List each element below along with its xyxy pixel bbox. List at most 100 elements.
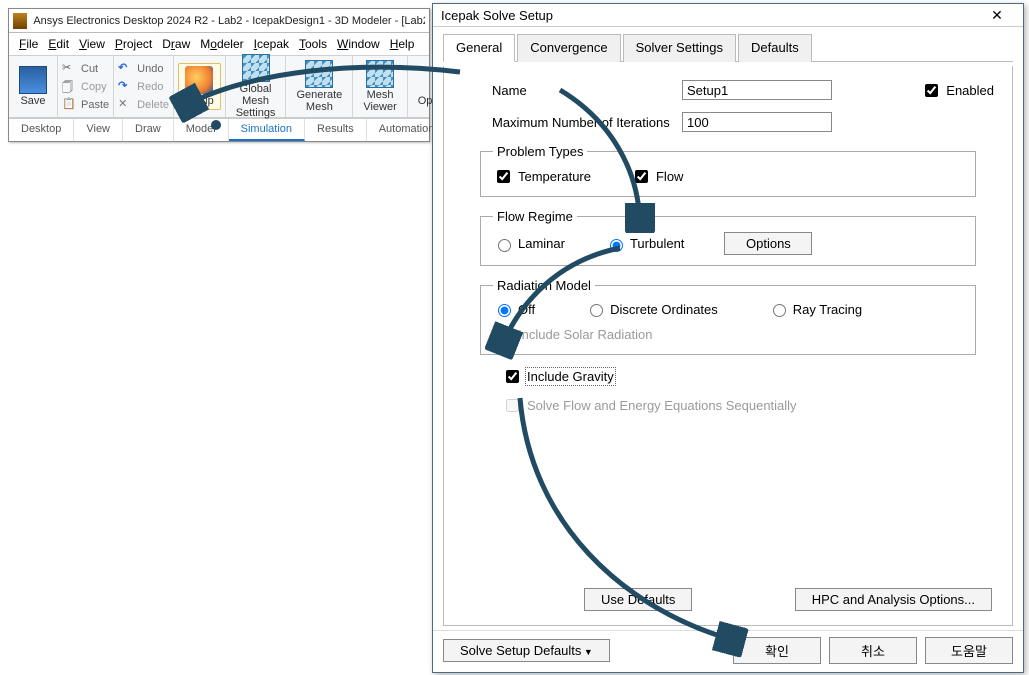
dialog-body: General Convergence Solver Settings Defa…	[433, 27, 1023, 630]
solar-checkbox[interactable]: Include Solar Radiation	[493, 325, 652, 344]
ok-button[interactable]: 확인	[733, 637, 821, 664]
rad-off-radio[interactable]: Off	[493, 301, 535, 317]
copy-button[interactable]: Copy	[62, 78, 109, 96]
cut-icon	[62, 61, 78, 77]
flow-box[interactable]	[635, 170, 648, 183]
rad-discrete-box[interactable]	[590, 304, 603, 317]
dtab-general[interactable]: General	[443, 34, 515, 62]
close-button[interactable]: ✕	[979, 7, 1015, 24]
global-mesh-icon	[242, 54, 270, 82]
setup-label: Setup	[185, 95, 214, 107]
save-button[interactable]: Save	[13, 64, 53, 109]
generate-mesh-button[interactable]: Generate Mesh	[290, 58, 348, 115]
paste-button[interactable]: Paste	[62, 96, 109, 114]
tab-results[interactable]: Results	[305, 119, 367, 141]
flow-regime-legend: Flow Regime	[493, 209, 577, 224]
app-window: Ansys Electronics Desktop 2024 R2 - Lab2…	[8, 8, 430, 142]
rad-ray-box[interactable]	[773, 304, 786, 317]
flow-checkbox[interactable]: Flow	[631, 167, 683, 186]
help-button[interactable]: 도움말	[925, 637, 1013, 664]
name-label: Name	[462, 83, 682, 98]
temperature-checkbox[interactable]: Temperature	[493, 167, 591, 186]
paste-label: Paste	[81, 99, 109, 111]
copy-icon	[62, 79, 78, 95]
delete-icon	[118, 97, 134, 113]
include-gravity-box[interactable]	[506, 370, 519, 383]
tab-draw[interactable]: Draw	[123, 119, 174, 141]
turbulent-box[interactable]	[610, 239, 623, 252]
ribbon-meshviewer-group: Mesh Viewer	[353, 56, 407, 117]
laminar-radio[interactable]: Laminar	[493, 236, 565, 252]
menu-tools[interactable]: Tools	[295, 35, 331, 53]
tab-simulation[interactable]: Simulation	[229, 119, 305, 141]
rad-discrete-radio[interactable]: Discrete Ordinates	[585, 301, 718, 317]
save-icon	[19, 66, 47, 94]
rad-off-box[interactable]	[498, 304, 511, 317]
app-title: Ansys Electronics Desktop 2024 R2 - Lab2…	[33, 15, 425, 27]
setup-button[interactable]: Setup	[178, 63, 221, 110]
solve-seq-box	[506, 399, 519, 412]
problem-types-legend: Problem Types	[493, 144, 587, 159]
menu-help[interactable]: Help	[386, 35, 419, 53]
flow-label: Flow	[656, 169, 683, 184]
menubar: File Edit View Project Draw Modeler Icep…	[9, 33, 429, 56]
menu-modeler[interactable]: Modeler	[196, 35, 247, 53]
ribbon: Save Cut Copy Paste Undo Redo Delete Set…	[9, 56, 429, 118]
turbulent-label: Turbulent	[630, 236, 684, 251]
rad-ray-radio[interactable]: Ray Tracing	[768, 301, 862, 317]
app-icon	[13, 13, 27, 29]
cut-button[interactable]: Cut	[62, 60, 109, 78]
enabled-box[interactable]	[925, 84, 938, 97]
radiation-fieldset: Radiation Model Off Discrete Ordinates R…	[480, 278, 976, 355]
include-gravity-checkbox[interactable]: Include Gravity	[502, 367, 614, 386]
temperature-box[interactable]	[497, 170, 510, 183]
rad-off-label: Off	[518, 302, 535, 317]
mesh-viewer-label: Mesh Viewer	[363, 89, 396, 113]
dtab-convergence[interactable]: Convergence	[517, 34, 620, 62]
tab-model[interactable]: Model	[174, 119, 229, 141]
cancel-button[interactable]: 취소	[829, 637, 917, 664]
dialog-footer: Solve Setup Defaults 확인 취소 도움말	[433, 630, 1023, 672]
enabled-checkbox[interactable]: Enabled	[921, 81, 994, 100]
max-iter-input[interactable]	[682, 112, 832, 132]
ribbon-setup-group: Setup	[174, 56, 226, 117]
solve-defaults-dropdown[interactable]: Solve Setup Defaults	[443, 639, 610, 662]
general-panel: Name Enabled Maximum Number of Iteration…	[443, 66, 1013, 626]
use-defaults-button[interactable]: Use Defaults	[584, 588, 692, 611]
menu-edit[interactable]: Edit	[44, 35, 73, 53]
delete-button[interactable]: Delete	[118, 96, 169, 114]
redo-label: Redo	[137, 81, 163, 93]
titlebar: Ansys Electronics Desktop 2024 R2 - Lab2…	[9, 9, 429, 33]
laminar-box[interactable]	[498, 239, 511, 252]
menu-draw[interactable]: Draw	[158, 35, 194, 53]
hpc-button[interactable]: HPC and Analysis Options...	[795, 588, 992, 611]
rad-discrete-label: Discrete Ordinates	[610, 302, 718, 317]
tab-desktop[interactable]: Desktop	[9, 119, 74, 141]
dialog-title: Icepak Solve Setup	[441, 8, 979, 23]
save-label: Save	[20, 95, 45, 107]
tab-view[interactable]: View	[74, 119, 123, 141]
menu-file[interactable]: File	[15, 35, 42, 53]
turbulent-radio[interactable]: Turbulent	[605, 236, 684, 252]
menu-icepak[interactable]: Icepak	[250, 35, 293, 53]
dtab-solver-settings[interactable]: Solver Settings	[623, 34, 736, 62]
global-mesh-label: Global Mesh Settings	[236, 83, 276, 119]
dtab-defaults[interactable]: Defaults	[738, 34, 812, 62]
undo-button[interactable]: Undo	[118, 60, 169, 78]
solve-seq-checkbox[interactable]: Solve Flow and Energy Equations Sequenti…	[502, 396, 797, 415]
name-input[interactable]	[682, 80, 832, 100]
enabled-label: Enabled	[946, 83, 994, 98]
flow-options-button[interactable]: Options	[724, 232, 812, 255]
include-gravity-label: Include Gravity	[527, 369, 614, 384]
ribbon-save-group: Save	[9, 56, 58, 117]
ribbon-genmesh-group: Generate Mesh	[286, 56, 353, 117]
mesh-viewer-button[interactable]: Mesh Viewer	[357, 58, 402, 115]
dialog-tabs: General Convergence Solver Settings Defa…	[443, 33, 1013, 62]
flow-regime-fieldset: Flow Regime Laminar Turbulent Options	[480, 209, 976, 266]
menu-window[interactable]: Window	[333, 35, 384, 53]
menu-view[interactable]: View	[75, 35, 109, 53]
generate-mesh-label: Generate Mesh	[296, 89, 342, 113]
redo-button[interactable]: Redo	[118, 78, 169, 96]
menu-project[interactable]: Project	[111, 35, 156, 53]
global-mesh-button[interactable]: Global Mesh Settings	[230, 52, 282, 121]
